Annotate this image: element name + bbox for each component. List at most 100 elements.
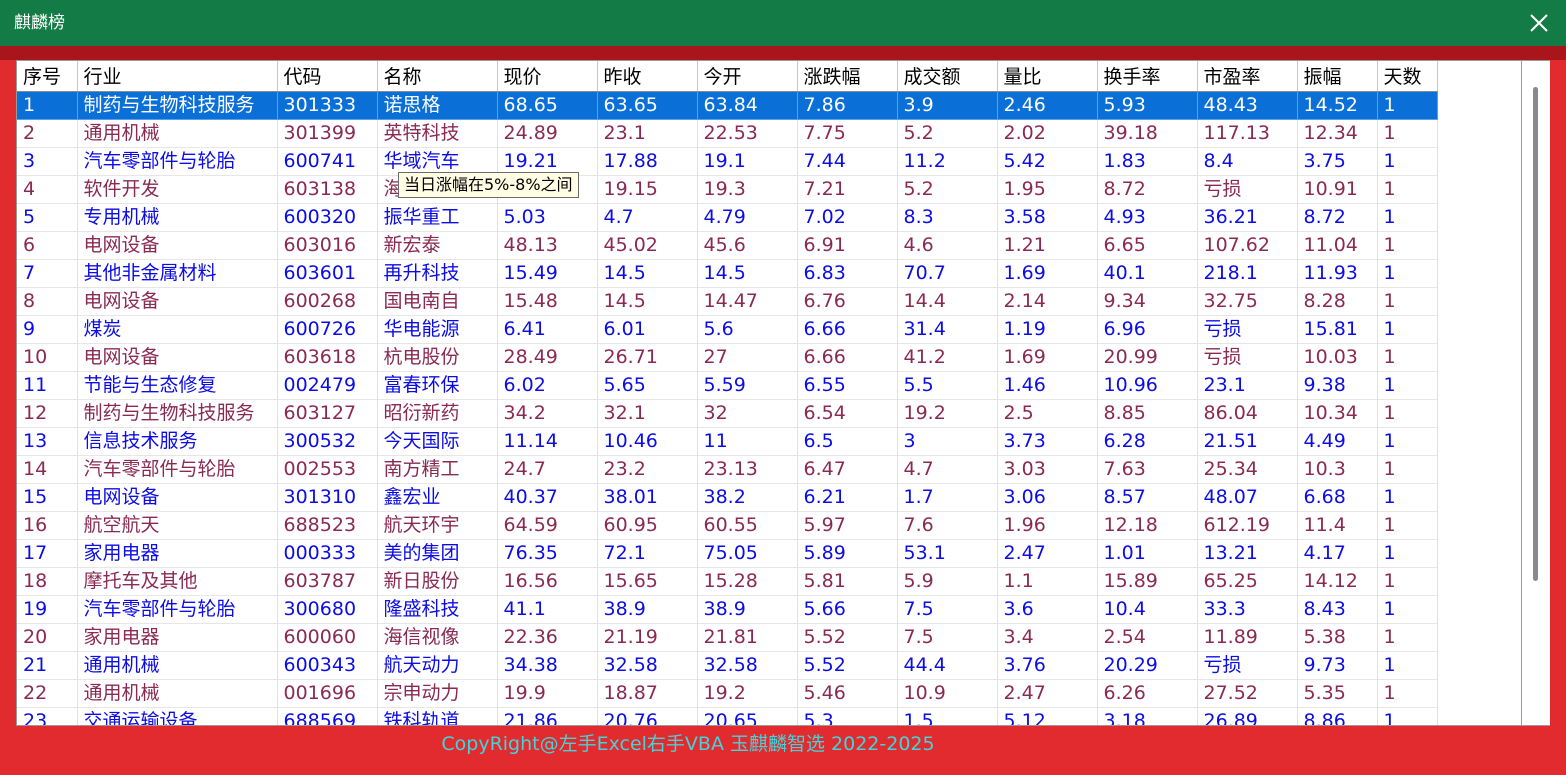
table-cell: 21 (17, 651, 78, 680)
title-bar: 麒麟榜 (0, 0, 1566, 46)
column-header[interactable]: 序号 (17, 61, 78, 92)
table-row[interactable]: 10 电网设备 603618 杭电股份 28.49 26.71 27 6.66 41.2 1.69… (17, 343, 1438, 372)
table-cell: 14.4 (897, 287, 998, 316)
table-row[interactable]: 20 家用电器 600060 海信视像 22.36 21.19 21.81 5.52 7.5 3.… (17, 623, 1438, 652)
table-row[interactable]: 18 摩托车及其他 603787 新日股份 16.56 15.65 15.28 5.81 5.9… (17, 567, 1438, 596)
table-row[interactable]: 16 航空航天 688523 航天环宇 64.59 60.95 60.55 5.97 7.6 1.… (17, 511, 1438, 540)
column-header[interactable]: 现价 (497, 61, 598, 92)
table-cell: 6.02 (497, 371, 598, 400)
table-cell: 1 (1377, 119, 1438, 148)
table-cell: 20.99 (1097, 343, 1198, 372)
table-cell: 20 (17, 623, 78, 652)
table-row[interactable]: 14 汽车零部件与轮胎 002553 南方精工 24.7 23.2 23.13 6.47 4.7… (17, 455, 1438, 484)
table-cell: 6.68 (1297, 483, 1378, 512)
table-cell: 7.21 (797, 175, 898, 204)
table-cell: 5.81 (797, 567, 898, 596)
frame-top-strip (0, 46, 1566, 60)
table-cell: 美的集团 (377, 539, 498, 568)
table-row[interactable]: 9 煤炭 600726 华电能源 6.41 6.01 5.6 6.66 31.4 1.19 6.96… (17, 315, 1438, 344)
table-cell: 3.76 (997, 651, 1098, 680)
table-cell: 72.1 (597, 539, 698, 568)
table-cell: 5.89 (797, 539, 898, 568)
column-header[interactable]: 今开 (697, 61, 798, 92)
table-cell: 1 (1377, 623, 1438, 652)
table-cell: 11.93 (1297, 259, 1378, 288)
table-row[interactable]: 21 通用机械 600343 航天动力 34.38 32.58 32.58 5.52 44.4 3… (17, 651, 1438, 680)
column-header[interactable]: 涨跌幅 (797, 61, 898, 92)
table-cell: 24.89 (497, 119, 598, 148)
table-row[interactable]: 7 其他非金属材料 603601 再升科技 15.49 14.5 14.5 6.83 70.7 1… (17, 259, 1438, 288)
vertical-scrollbar[interactable] (1522, 60, 1550, 726)
table-cell: 5.12 (997, 707, 1098, 725)
table-cell: 34.38 (497, 651, 598, 680)
table-cell: 600726 (277, 315, 378, 344)
table-row[interactable]: 23 交通运输设备 688569 铁科轨道 21.86 20.76 20.65 5.3 1.5 5… (17, 707, 1438, 725)
table-cell: 南方精工 (377, 455, 498, 484)
table-row[interactable]: 12 制药与生物科技服务 603127 昭衍新药 34.2 32.1 32 6.54 19.2 2… (17, 399, 1438, 428)
table-row[interactable]: 3 汽车零部件与轮胎 600741 华域汽车 19.21 17.88 19.1 7.44 11.… (17, 147, 1438, 176)
table-cell: 9.73 (1297, 651, 1378, 680)
table-cell: 1 (1377, 371, 1438, 400)
table-cell: 14.52 (1297, 91, 1378, 120)
table-cell: 15.65 (597, 567, 698, 596)
table-cell: 15.89 (1097, 567, 1198, 596)
table-row[interactable]: 1 制药与生物科技服务 301333 诺思格 68.65 63.65 63.84 7.86 3.… (17, 91, 1438, 120)
table-cell: 60.95 (597, 511, 698, 540)
table-row[interactable]: 6 电网设备 603016 新宏泰 48.13 45.02 45.6 6.91 4.6 1.21 6… (17, 231, 1438, 260)
table-row[interactable]: 11 节能与生态修复 002479 富春环保 6.02 5.65 5.59 6.55 5.5 1.… (17, 371, 1438, 400)
table-cell: 国电南自 (377, 287, 498, 316)
table-cell: 27.52 (1197, 679, 1298, 708)
table-row[interactable]: 5 专用机械 600320 振华重工 5.03 4.7 4.79 7.02 8.3 3.58 4.9… (17, 203, 1438, 232)
table-cell: 33.3 (1197, 595, 1298, 624)
table-row[interactable]: 13 信息技术服务 300532 今天国际 11.14 10.46 11 6.5 3 3.73 6.… (17, 427, 1438, 456)
table-cell: 通用机械 (77, 651, 278, 680)
table-cell: 富春环保 (377, 371, 498, 400)
column-header[interactable]: 昨收 (597, 61, 698, 92)
table-cell: 218.1 (1197, 259, 1298, 288)
table-cell: 24.7 (497, 455, 598, 484)
table-cell: 4.7 (897, 455, 998, 484)
table-cell: 301399 (277, 119, 378, 148)
column-header[interactable]: 名称 (377, 61, 498, 92)
column-header[interactable]: 成交额 (897, 61, 998, 92)
table-cell: 5.38 (1297, 623, 1378, 652)
column-header[interactable]: 换手率 (1097, 61, 1198, 92)
column-header[interactable]: 振幅 (1297, 61, 1378, 92)
table-cell: 300532 (277, 427, 378, 456)
table-row[interactable]: 19 汽车零部件与轮胎 300680 隆盛科技 41.1 38.9 38.9 5.66 7.5 3… (17, 595, 1438, 624)
table-cell: 2.54 (1097, 623, 1198, 652)
table-row[interactable]: 15 电网设备 301310 鑫宏业 40.37 38.01 38.2 6.21 1.7 3.06… (17, 483, 1438, 512)
column-header[interactable]: 代码 (277, 61, 378, 92)
table-row[interactable]: 17 家用电器 000333 美的集团 76.35 72.1 75.05 5.89 53.1 2.… (17, 539, 1438, 568)
table-cell: 鑫宏业 (377, 483, 498, 512)
column-header[interactable]: 行业 (77, 61, 278, 92)
scrollbar-thumb[interactable] (1533, 87, 1538, 581)
table-cell: 亏损 (1197, 315, 1298, 344)
table-cell: 18.87 (597, 679, 698, 708)
close-icon[interactable] (1526, 10, 1552, 36)
table-cell: 4.93 (1097, 203, 1198, 232)
table-cell: 117.13 (1197, 119, 1298, 148)
table-cell: 39.18 (1097, 119, 1198, 148)
column-header[interactable]: 量比 (997, 61, 1098, 92)
table-cell: 1 (1377, 203, 1438, 232)
table-cell: 53.1 (897, 539, 998, 568)
table-cell: 40.37 (497, 483, 598, 512)
table-cell: 1 (1377, 455, 1438, 484)
table-row[interactable]: 8 电网设备 600268 国电南自 15.48 14.5 14.47 6.76 14.4 2.1… (17, 287, 1438, 316)
table-cell: 19.21 (497, 147, 598, 176)
table-row[interactable]: 2 通用机械 301399 英特科技 24.89 23.1 22.53 7.75 5.2 2.02… (17, 119, 1438, 148)
table-cell: 3 (17, 147, 78, 176)
column-header[interactable]: 市盈率 (1197, 61, 1298, 92)
stock-list-grid[interactable]: 序号 行业 代码 名称 现价 昨收 今开 涨跌幅 成交额 量比 换手率 市盈率 振幅 天数 1 制药与生物科… (16, 60, 1522, 726)
table-cell: 15.48 (497, 287, 598, 316)
table-row[interactable]: 22 通用机械 001696 宗申动力 19.9 18.87 19.2 5.46 10.9 2.4… (17, 679, 1438, 708)
table-cell: 17 (17, 539, 78, 568)
table-cell: 17.88 (597, 147, 698, 176)
column-header[interactable]: 天数 (1377, 61, 1438, 92)
table-row[interactable]: 4 软件开发 603138 海 19.15 19.3 7.21 5.2 1.95 8.72 亏损 10… (17, 175, 1438, 204)
table-cell: 2.14 (997, 287, 1098, 316)
table-cell: 1 (1377, 315, 1438, 344)
table-cell: 4 (17, 175, 78, 204)
table-cell: 1 (1377, 483, 1438, 512)
